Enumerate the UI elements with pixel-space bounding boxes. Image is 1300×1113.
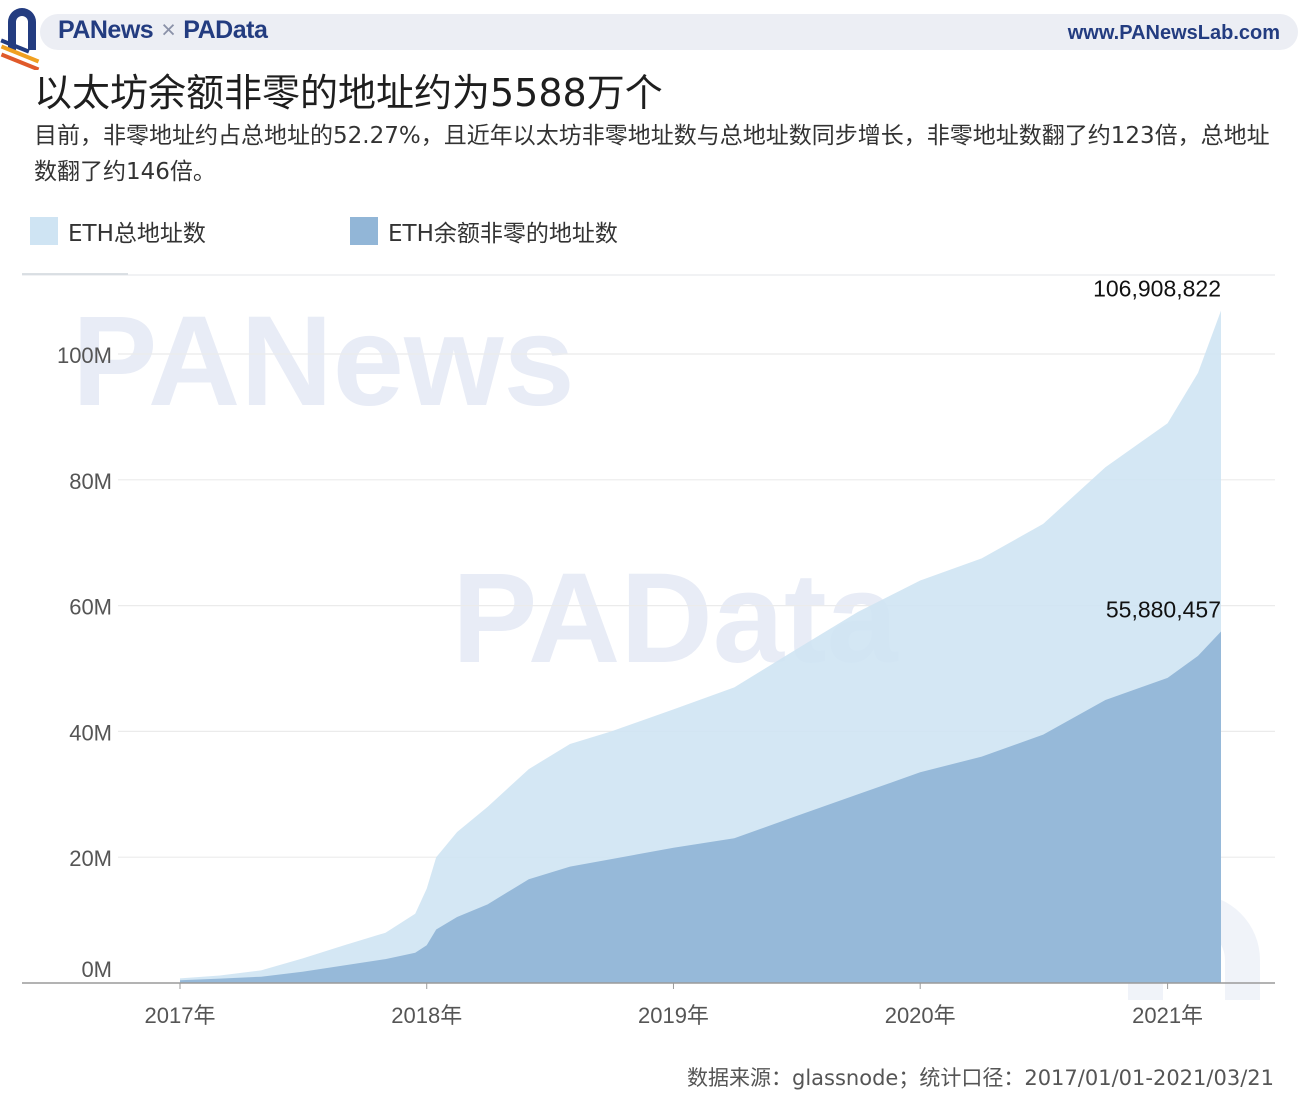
watermark-panews: PANews [72, 290, 575, 433]
x-tick-label: 2021年 [1132, 1003, 1203, 1028]
y-tick-label: 20M [69, 846, 112, 871]
x-tick-label: 2019年 [638, 1003, 709, 1028]
y-tick-label: 100M [57, 343, 112, 368]
x-tick-label: 2020年 [885, 1003, 956, 1028]
y-tick-label: 0M [81, 957, 112, 982]
area-chart: PANewsPAData 0M20M40M60M80M100M2017年 2018… [22, 273, 1275, 1028]
end-label-total: 106,908,822 [1093, 276, 1221, 302]
source-footer: 数据来源：glassnode；统计口径：2017/01/01-2021/03/2… [687, 1066, 1274, 1090]
y-tick-label: 60M [69, 595, 112, 620]
y-tick-label: 40M [69, 720, 112, 745]
end-label-nonzero: 55,880,457 [1106, 597, 1221, 623]
y-tick-label: 80M [69, 469, 112, 494]
x-tick-label: 2018年 [391, 1003, 462, 1028]
x-tick-label: 2017年 [145, 1003, 216, 1028]
